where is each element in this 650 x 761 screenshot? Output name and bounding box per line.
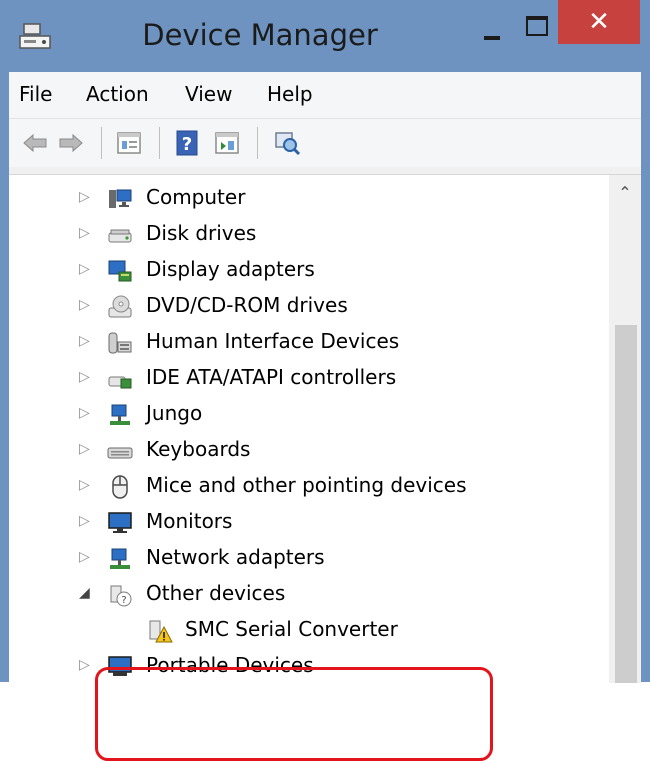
back-arrow-icon[interactable] xyxy=(21,129,49,157)
menu-view[interactable]: View xyxy=(185,82,232,106)
warning-device-icon xyxy=(149,620,173,643)
tree-node-label: Monitors xyxy=(146,509,233,533)
keyboard-icon xyxy=(107,447,133,459)
window-title: Device Manager xyxy=(142,18,378,52)
toolbar-separator xyxy=(159,127,160,159)
hid-icon xyxy=(108,332,132,354)
expanded-arrow-icon[interactable]: ◢ xyxy=(79,585,93,605)
tree-node-monitors[interactable]: ▷ Monitors xyxy=(9,505,605,541)
show-hidden-icon[interactable] xyxy=(213,129,241,157)
tree-node-label: Human Interface Devices xyxy=(146,329,400,353)
mouse-icon xyxy=(112,475,128,499)
collapsed-arrow-icon[interactable]: ▷ xyxy=(79,369,93,389)
tree-node-label: Computer xyxy=(146,185,246,209)
tree-node-label: DVD/CD-ROM drives xyxy=(146,293,348,317)
forward-arrow-icon[interactable] xyxy=(57,129,85,157)
tree-node-label: Jungo xyxy=(146,401,203,425)
jungo-icon xyxy=(110,404,130,425)
menu-bar: File Action View Help xyxy=(9,72,641,118)
tree-node-label: IDE ATA/ATAPI controllers xyxy=(146,365,397,389)
collapsed-arrow-icon[interactable]: ▷ xyxy=(79,189,93,209)
collapsed-arrow-icon[interactable]: ▷ xyxy=(79,549,93,569)
close-button[interactable]: ✕ xyxy=(558,0,640,44)
tree-node-jungo[interactable]: ▷ Jungo xyxy=(9,397,605,433)
tree-node-label: Display adapters xyxy=(146,257,315,281)
scroll-up-arrow-icon[interactable]: ⌃ xyxy=(609,175,641,211)
tree-node-label: Keyboards xyxy=(146,437,251,461)
title-bar[interactable]: Device Manager ✕ xyxy=(0,0,650,72)
tree-node-hid[interactable]: ▷ Human Interface Devices xyxy=(9,325,605,361)
tree-node-label: Network adapters xyxy=(146,545,325,569)
tree-node-label: Mice and other pointing devices xyxy=(146,473,467,497)
collapsed-arrow-icon[interactable]: ▷ xyxy=(79,261,93,281)
tree-node-keyboards[interactable]: ▷ Keyboards xyxy=(9,433,605,469)
toolbar-separator xyxy=(257,127,258,159)
toolbar-separator xyxy=(101,127,102,159)
tree-node-disk-drives[interactable]: ▷ Disk drives xyxy=(9,217,605,253)
menu-help[interactable]: Help xyxy=(267,82,313,106)
help-icon[interactable]: ? xyxy=(173,129,201,157)
svg-text:?: ? xyxy=(182,134,192,155)
minimize-button[interactable] xyxy=(470,14,514,50)
svg-text:?: ? xyxy=(121,595,126,606)
properties-icon[interactable] xyxy=(115,129,143,157)
dvd-drive-icon xyxy=(108,295,132,318)
tree-node-label: Other devices xyxy=(146,581,286,605)
tree-node-computer[interactable]: ▷ Computer xyxy=(9,181,605,217)
other-devices-icon: ? xyxy=(110,585,132,607)
collapsed-arrow-icon[interactable]: ▷ xyxy=(79,225,93,245)
vertical-scrollbar[interactable]: ⌃ xyxy=(609,175,641,683)
tree-node-dvd-drives[interactable]: ▷ DVD/CD-ROM drives xyxy=(9,289,605,325)
monitor-icon xyxy=(108,512,132,533)
collapsed-arrow-icon[interactable]: ▷ xyxy=(79,297,93,317)
tree-node-display-adapters[interactable]: ▷ Display adapters xyxy=(9,253,605,289)
tree-node-other-devices[interactable]: ◢ ? Other devices xyxy=(9,577,605,613)
device-manager-window: Device Manager ✕ File Action View Help ?… xyxy=(0,0,650,761)
collapsed-arrow-icon[interactable]: ▷ xyxy=(79,405,93,425)
tree-node-mice[interactable]: ▷ Mice and other pointing devices xyxy=(9,469,605,505)
ide-controller-icon xyxy=(108,376,132,389)
toolbar: ? xyxy=(9,118,641,167)
collapsed-arrow-icon[interactable]: ▷ xyxy=(79,477,93,497)
menu-file[interactable]: File xyxy=(19,82,52,106)
disk-drive-icon xyxy=(108,229,132,243)
display-adapter-icon xyxy=(108,260,132,282)
network-adapter-icon xyxy=(110,548,130,569)
device-tree[interactable]: ▷ Computer ▷ Disk drives ▷ Display adapt… xyxy=(9,174,641,761)
collapsed-arrow-icon[interactable]: ▷ xyxy=(79,513,93,533)
tree-node-smc-serial-converter[interactable]: SMC Serial Converter xyxy=(9,613,605,649)
tree-node-label: Disk drives xyxy=(146,221,257,245)
tree-node-network-adapters[interactable]: ▷ Network adapters xyxy=(9,541,605,577)
maximize-button[interactable] xyxy=(514,6,558,46)
computer-icon xyxy=(109,189,132,208)
collapsed-arrow-icon[interactable]: ▷ xyxy=(79,333,93,353)
tree-node-ide-controllers[interactable]: ▷ IDE ATA/ATAPI controllers xyxy=(9,361,605,397)
scan-hardware-icon[interactable] xyxy=(273,129,301,157)
highlight-annotation xyxy=(95,667,493,761)
tree-node-label: SMC Serial Converter xyxy=(185,617,398,641)
menu-action[interactable]: Action xyxy=(86,82,149,106)
client-area: File Action View Help ? ▷ Computer ▷ Dis… xyxy=(9,72,641,761)
collapsed-arrow-icon[interactable]: ▷ xyxy=(79,657,93,677)
scrollbar-thumb[interactable] xyxy=(615,325,637,683)
collapsed-arrow-icon[interactable]: ▷ xyxy=(79,441,93,461)
